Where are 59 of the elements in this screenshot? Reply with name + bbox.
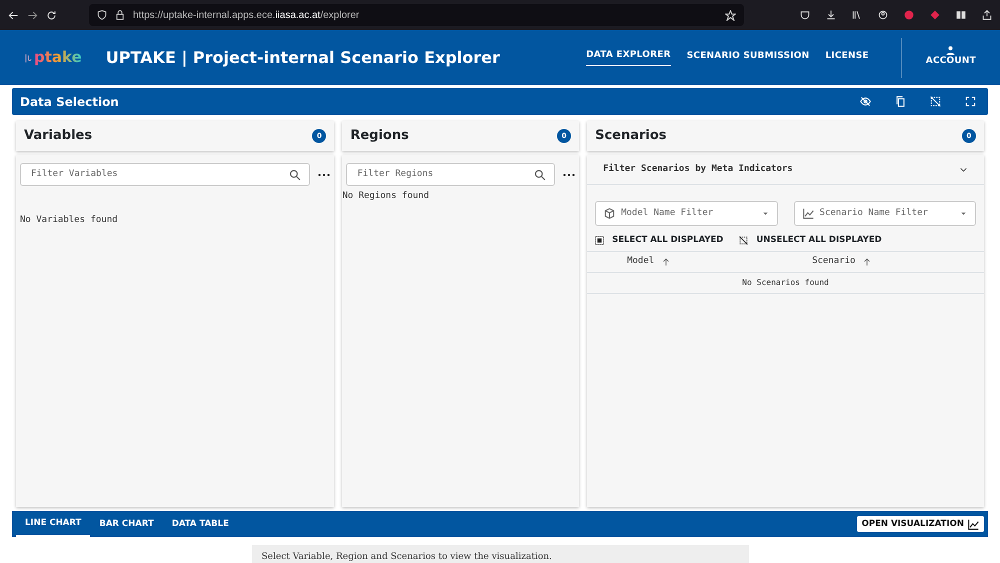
chart-tab[interactable]: BAR CHART xyxy=(90,512,163,536)
cube-icon xyxy=(604,208,616,219)
scenario-filter-dropdown[interactable]: Scenario Name Filter xyxy=(818,206,956,222)
scenario-filter-box[interactable]: Scenario Name Filter xyxy=(794,201,976,226)
panel-title: Variables xyxy=(24,127,92,146)
library-icon[interactable] xyxy=(852,10,862,20)
panel-title: Scenarios xyxy=(595,127,667,146)
nav-link[interactable]: LICENSE xyxy=(825,50,869,66)
star-icon[interactable] xyxy=(725,10,736,20)
caret-icon[interactable] xyxy=(960,210,967,217)
reader-icon[interactable] xyxy=(956,10,966,20)
lock-icon xyxy=(115,10,125,20)
account-button[interactable]: ACCOUNT xyxy=(918,46,984,69)
chart-tab[interactable]: DATA TABLE xyxy=(162,512,238,536)
chart-tab[interactable]: LINE CHART xyxy=(16,510,90,538)
column-header[interactable]: Model xyxy=(627,255,654,268)
address-bar[interactable]: https://uptake-internal.apps.ece.iiasa.ac.at/explorer xyxy=(89,4,744,26)
pocket-icon[interactable] xyxy=(800,10,810,20)
app-title: UPTAKE | Project-internal Scenario Explorer xyxy=(106,46,500,69)
panel-title: Regions xyxy=(350,127,409,146)
nav-link[interactable]: SCENARIO SUBMISSION xyxy=(686,50,810,66)
copy-icon[interactable] xyxy=(895,96,906,107)
forward-icon[interactable] xyxy=(27,10,38,20)
column-header[interactable]: Scenario xyxy=(812,255,856,268)
filter-field[interactable]: Filter Regions xyxy=(355,166,530,182)
chart-icon xyxy=(968,518,979,530)
select-all-button[interactable]: SELECT ALL DISPLAYED xyxy=(595,234,724,247)
info-message: Select Variable, Region and Scenarios to view the visualization. xyxy=(252,545,748,563)
profile-icon[interactable] xyxy=(878,10,888,20)
shield-icon xyxy=(97,10,107,20)
search-icon[interactable] xyxy=(289,168,302,180)
fullscreen-icon[interactable] xyxy=(965,96,976,107)
unselect-all-button[interactable]: UNSELECT ALL DISPLAYED xyxy=(739,234,882,247)
empty-message: No Variables found xyxy=(20,214,119,227)
person-icon xyxy=(946,46,956,56)
open-visualization-button[interactable]: OPEN VISUALIZATION xyxy=(856,516,984,532)
reload-icon[interactable] xyxy=(46,10,57,20)
back-icon[interactable] xyxy=(8,10,19,20)
model-filter-dropdown[interactable]: Model Name Filter xyxy=(619,206,758,222)
model-filter-box[interactable]: Model Name Filter xyxy=(595,201,778,226)
download-icon[interactable] xyxy=(826,10,836,20)
deselect-icon xyxy=(739,236,748,245)
nav-link[interactable]: DATA EXPLORER xyxy=(586,49,671,66)
chart-icon xyxy=(802,208,814,219)
share-icon[interactable] xyxy=(982,10,992,20)
select-icon xyxy=(595,236,604,245)
filter-box[interactable]: Filter Regions xyxy=(346,163,556,186)
filter-field[interactable]: Filter Variables xyxy=(29,166,286,182)
section-title: Data Selection xyxy=(20,94,119,110)
deselect-icon[interactable] xyxy=(930,96,941,107)
empty-message: No Scenarios found xyxy=(742,278,829,287)
sort-arrow-icon[interactable] xyxy=(863,258,872,266)
empty-message: No Regions found xyxy=(342,190,430,203)
hide-icon[interactable] xyxy=(860,96,871,107)
filter-box[interactable]: Filter Variables xyxy=(20,163,310,186)
sort-arrow-icon[interactable] xyxy=(662,258,670,266)
search-icon[interactable] xyxy=(534,168,546,180)
meta-filter-header[interactable]: Filter Scenarios by Meta Indicators xyxy=(587,155,984,185)
caret-icon[interactable] xyxy=(762,210,769,217)
